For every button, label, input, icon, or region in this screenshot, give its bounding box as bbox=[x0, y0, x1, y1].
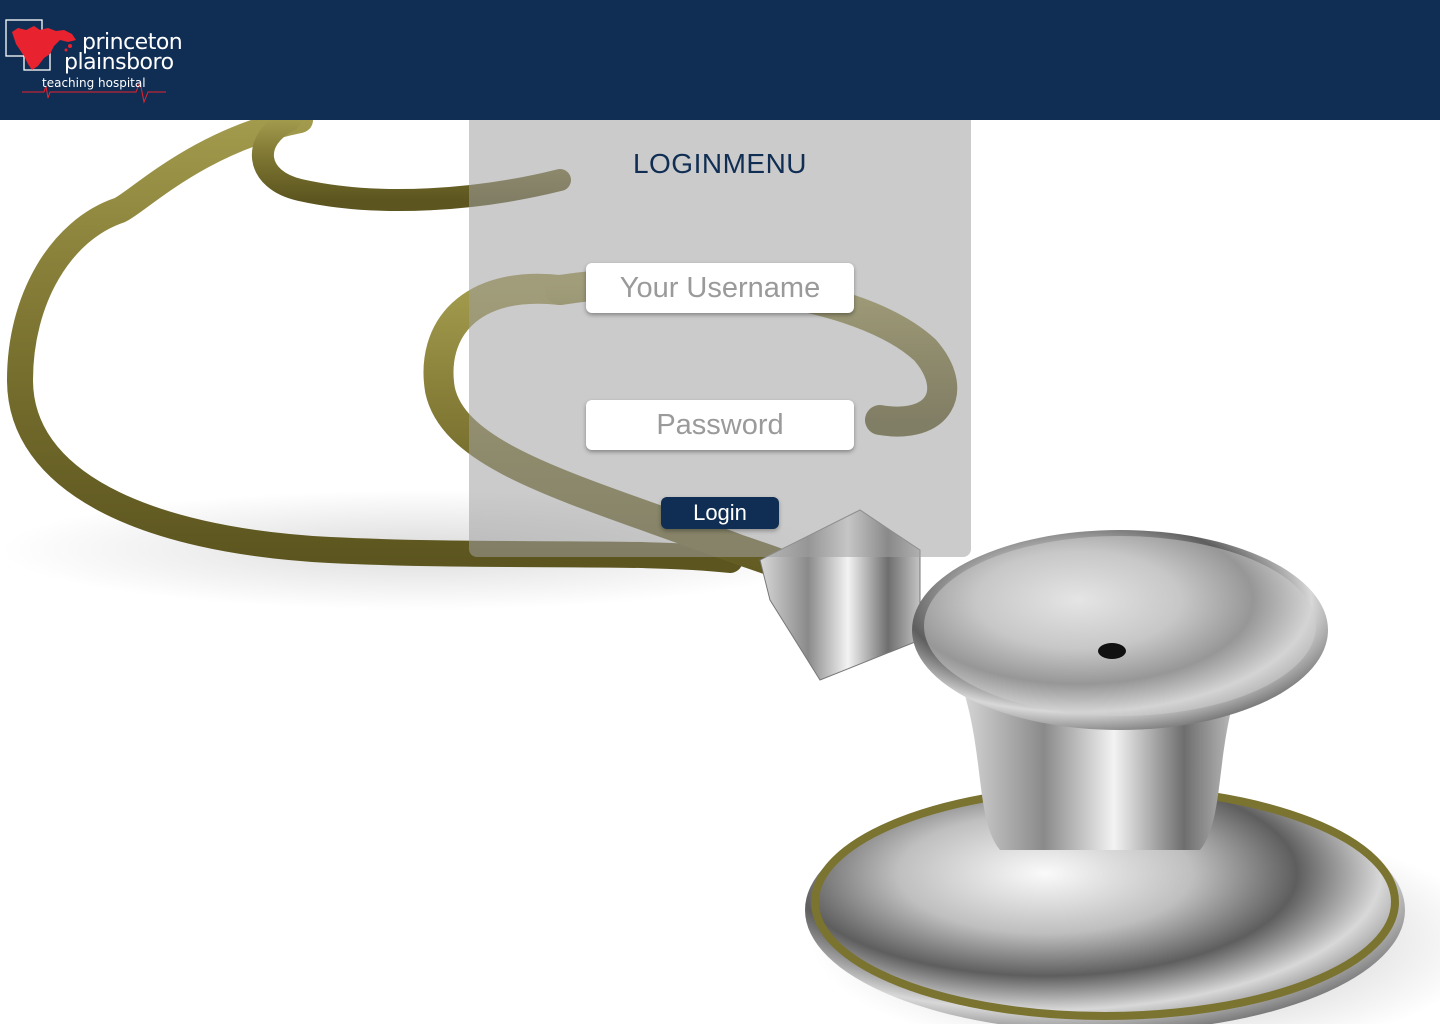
login-panel: LOGINMENU Login bbox=[469, 120, 971, 557]
logo-tagline: teaching hospital bbox=[42, 76, 146, 90]
login-button[interactable]: Login bbox=[661, 497, 779, 529]
login-title: LOGINMENU bbox=[632, 148, 808, 179]
hospital-logo[interactable]: princeton plainsboro teaching hospital bbox=[4, 16, 204, 106]
password-input[interactable] bbox=[586, 400, 854, 450]
logo-word-plainsboro: plainsboro bbox=[64, 50, 174, 75]
username-input[interactable] bbox=[586, 263, 854, 313]
top-header: princeton plainsboro teaching hospital bbox=[0, 0, 1440, 120]
